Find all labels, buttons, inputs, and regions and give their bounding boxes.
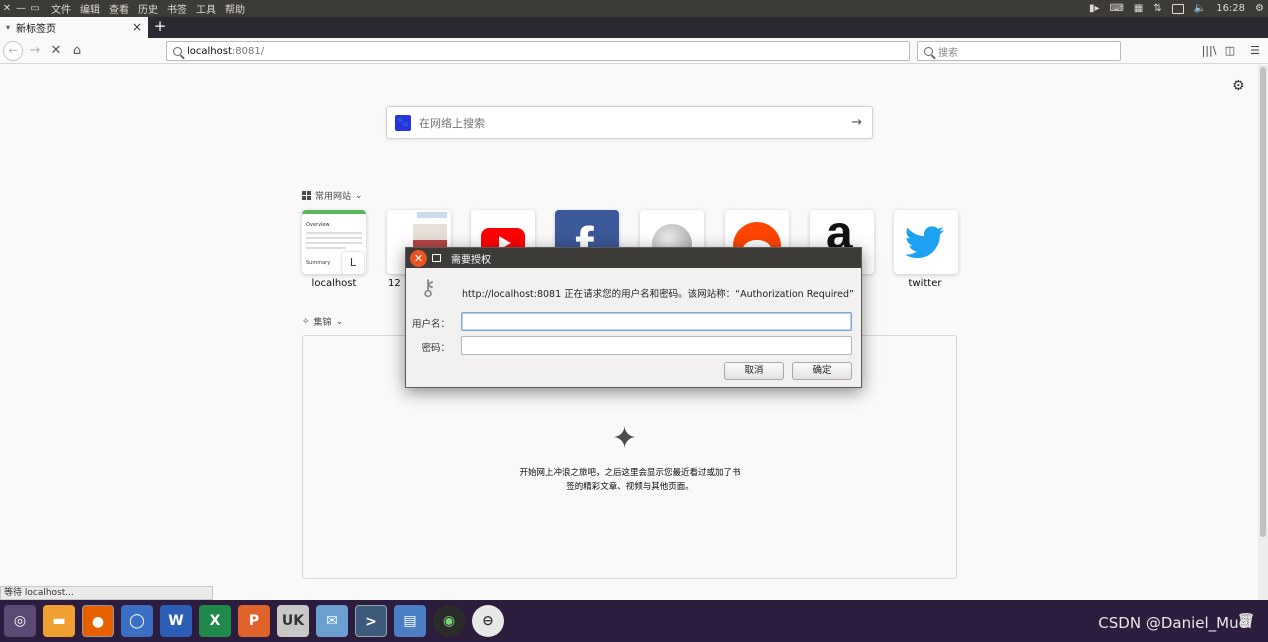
window-close-icon[interactable]: ✕ [0,3,14,14]
search-go-arrow-icon[interactable]: → [851,115,862,130]
window-minimize-icon[interactable]: — [14,3,28,14]
system-tray: ▮▸ ⌨ ▦ ⇅ 🔈 16:28 ⚙ [1089,0,1264,17]
terminal-app-icon[interactable]: > [355,605,387,637]
top-panel: ✕ — ▭ 文件 编辑 查看 历史 书签 工具 帮助 ▮▸ ⌨ ▦ ⇅ 🔈 16… [0,0,1268,17]
search-bar[interactable]: 搜索 [917,41,1121,61]
disk-app-icon[interactable]: ⊖ [472,605,504,637]
excel-app-icon[interactable]: X [199,605,231,637]
key-icon: ⚷ [420,276,437,301]
menu-history[interactable]: 历史 [138,1,158,16]
highlights-header[interactable]: ✧ 集锦 ⌄ [302,315,344,329]
settings-gear-icon[interactable]: ⚙ [1255,3,1264,14]
url-host: localhost [187,45,232,57]
sparkle-icon: ✦ [612,421,638,456]
dialog-titlebar[interactable]: ✕ 需要授权 [406,248,861,268]
highlights-empty-message: 开始网上冲浪之旅吧，之后这里会显示您最近看过或加了书 签的精彩文章、视频与其他页… [500,466,760,494]
menu-file[interactable]: 文件 [51,1,71,16]
sidebar-indicator-icon[interactable]: ▮▸ [1089,3,1100,14]
tab-loading-icon: ▾ [6,23,11,32]
forward-button[interactable]: → [25,41,45,61]
dialog-message: http://localhost:8081 正在请求您的用户名和密码。该网站称：… [462,289,854,300]
ubuntu-logo-icon[interactable]: ◎ [4,605,36,637]
files-app-icon[interactable]: ▬ [43,605,75,637]
chromium-app-icon[interactable]: ◯ [121,605,153,637]
tab-newtab[interactable]: ▾ 新标签页 × [0,17,148,38]
navigation-bar: ← → ✕ ⌂ localhost:8081/ 搜索 |||\ ◫ ☰ [0,38,1268,64]
screen-recorder-icon[interactable]: ◉ [433,605,465,637]
status-bar: 等待 localhost... [0,586,213,600]
page-scrollbar[interactable] [1258,65,1268,600]
mail-app-icon[interactable]: ✉ [316,605,348,637]
password-field[interactable] [461,336,852,355]
volume-icon[interactable]: 🔈 [1194,3,1206,14]
url-search-icon [173,46,182,56]
url-port: :8081/ [231,45,265,57]
url-bar[interactable]: localhost:8081/ [166,41,910,61]
network-icon[interactable]: ⇅ [1153,3,1161,14]
watermark: CSDN @Daniel_Muei [1098,614,1252,632]
menu-view[interactable]: 查看 [109,1,129,16]
grid-icon [302,191,311,200]
dialog-title: 需要授权 [451,254,491,266]
menu-bookmarks[interactable]: 书签 [167,1,187,16]
top-sites-label: 常用网站 [315,192,352,202]
home-button[interactable]: ⌂ [67,41,87,61]
tab-title: 新标签页 [16,24,57,35]
calendar-icon[interactable]: ▦ [1134,3,1143,14]
back-button[interactable]: ← [3,41,23,61]
username-label: 用户名： [411,319,450,330]
top-site-tile-twitter[interactable] [894,210,958,274]
password-label: 密码： [421,343,450,354]
web-search-placeholder: 在网络上搜索 [419,116,485,130]
clock[interactable]: 16:28 [1216,3,1245,14]
twitter-bird-icon [905,226,944,259]
empty-line-1: 开始网上冲浪之旅吧，之后这里会显示您最近看过或加了书 [519,468,741,478]
baidu-paw-icon: 🐾 [395,114,411,131]
menu-edit[interactable]: 编辑 [80,1,100,16]
firefox-app-icon[interactable]: ● [82,605,114,637]
tab-close-icon[interactable]: × [132,20,142,34]
search-icon [924,46,933,56]
word-app-icon[interactable]: W [160,605,192,637]
battery-icon[interactable] [1171,3,1184,14]
dialog-close-icon[interactable]: ✕ [410,249,427,267]
ok-button[interactable]: 确定 [792,362,852,380]
chevron-down-icon: ⌄ [355,190,363,201]
software-center-icon[interactable]: UK [277,605,309,637]
window-maximize-icon[interactable]: ▭ [28,3,42,14]
auth-dialog: ✕ 需要授权 ⚷ http://localhost:8081 正在请求您的用户名… [405,247,862,388]
tile-label-localhost: localhost [311,278,357,289]
menu-help[interactable]: 帮助 [225,1,245,16]
window-switcher-icon[interactable]: ▤ [394,605,426,637]
library-icon[interactable]: |||\ [1200,41,1218,61]
newtab-settings-gear-icon[interactable]: ⚙ [1232,78,1245,94]
localhost-tile-letter: L [342,252,364,274]
highlights-sparkle-icon: ✧ [302,316,310,327]
taskbar-dock: ◎ ▬ ● ◯ W X P UK ✉ > ▤ ◉ ⊖ 🗑 [0,600,1268,642]
web-search-box[interactable]: 🐾 在网络上搜索 → [386,106,873,139]
menu-tools[interactable]: 工具 [196,1,216,16]
tile-label-twitter: twitter [908,278,942,289]
powerpoint-app-icon[interactable]: P [238,605,270,637]
new-tab-button[interactable]: + [152,17,168,38]
empty-line-2: 签的精彩文章、视频与其他页面。 [566,482,694,492]
tab-strip: ▾ 新标签页 × + [0,17,1268,38]
stop-button[interactable]: ✕ [46,41,66,61]
input-method-icon[interactable]: ⌨ [1109,3,1123,14]
username-field[interactable] [461,312,852,331]
search-placeholder: 搜索 [938,47,958,59]
cancel-button[interactable]: 取消 [724,362,784,380]
top-site-tile-localhost[interactable]: Overview Summary L [302,210,366,274]
screen: ✕ — ▭ 文件 编辑 查看 历史 书签 工具 帮助 ▮▸ ⌨ ▦ ⇅ 🔈 16… [0,0,1268,642]
hamburger-menu-icon[interactable]: ☰ [1246,41,1264,61]
sidebar-toggle-icon[interactable]: ◫ [1221,41,1239,61]
dialog-maximize-icon[interactable] [432,254,441,262]
scrollbar-thumb[interactable] [1260,67,1266,537]
chevron-down-icon: ⌄ [335,316,344,327]
top-sites-header[interactable]: 常用网站 ⌄ [302,189,363,202]
highlights-label: 集锦 [313,318,332,328]
